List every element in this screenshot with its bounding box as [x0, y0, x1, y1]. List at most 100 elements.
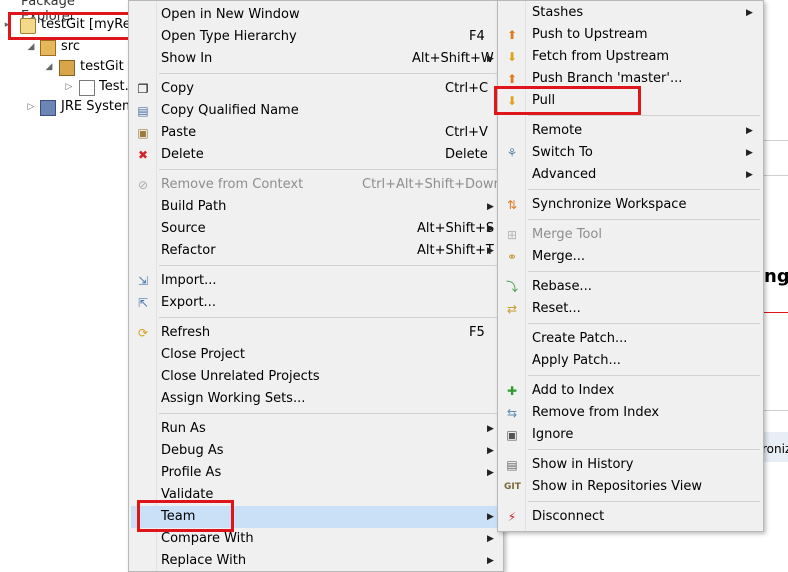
menu-item-source[interactable]: Source Alt+Shift+S ▶ [129, 218, 501, 240]
shortcut: Ctrl+V [445, 125, 488, 140]
submenu-item-create-patch[interactable]: Create Patch... [498, 328, 761, 350]
menu-item-close-unrelated-projects[interactable]: Close Unrelated Projects [129, 366, 501, 388]
submenu-arrow-icon: ▶ [487, 556, 494, 566]
submenu-item-reset[interactable]: ⇄ Reset... [498, 298, 761, 320]
submenu-item-disconnect[interactable]: ⚡ Disconnect [498, 506, 761, 528]
editor-underline [760, 312, 788, 313]
menu-item-import[interactable]: ⇲ Import... [129, 270, 501, 292]
push-branch-icon: ⬆ [506, 72, 518, 86]
submenu-arrow-icon: ▶ [487, 534, 494, 544]
menu-item-profile-as[interactable]: Profile As ▶ [129, 462, 501, 484]
copy-qualified-icon: ▤ [137, 104, 149, 118]
remove-context-icon: ⊘ [137, 178, 149, 192]
tree-item-package[interactable]: ◢ testGit [0, 57, 133, 77]
package-explorer: Package Explorer ▸ testGit [myRep ◢ src … [0, 0, 139, 558]
submenu-item-ignore[interactable]: ▣ Ignore [498, 424, 761, 446]
highlight-team [137, 500, 234, 532]
paste-icon: ▣ [137, 126, 149, 140]
submenu-item-add-to-index[interactable]: ✚ Add to Index [498, 380, 761, 402]
submenu-arrow-icon: ▶ [487, 246, 494, 256]
shortcut: Alt+Shift+T [417, 243, 494, 258]
disconnect-icon: ⚡ [507, 510, 517, 524]
remove-index-icon: ⇆ [506, 406, 518, 420]
submenu-item-merge-tool: ⊞ Merge Tool [498, 224, 761, 246]
menu-item-open-type-hierarchy[interactable]: Open Type Hierarchy F4 [129, 26, 501, 48]
tree-item-label: JRE System [61, 99, 135, 114]
menu-item-open-in-new-window[interactable]: Open in New Window [129, 4, 501, 26]
menu-item-refresh[interactable]: ⟳ Refresh F5 [129, 322, 501, 344]
submenu-arrow-icon: ▶ [487, 446, 494, 456]
submenu-arrow-icon: ▶ [487, 424, 494, 434]
menu-item-remove-from-context: ⊘ Remove from Context Ctrl+Alt+Shift+Dow… [129, 174, 502, 196]
java-file-icon [79, 80, 95, 96]
shortcut: Alt+Shift+W [412, 51, 494, 66]
export-icon: ⇱ [137, 296, 149, 310]
menu-item-build-path[interactable]: Build Path ▶ [129, 196, 501, 218]
shortcut: Ctrl+C [445, 81, 489, 96]
submenu-arrow-icon: ▶ [746, 8, 753, 18]
submenu-item-switch-to[interactable]: ⚘ Switch To ▶ [498, 142, 761, 164]
menu-item-assign-working-sets[interactable]: Assign Working Sets... [129, 388, 501, 410]
submenu-item-merge[interactable]: ⚭ Merge... [498, 246, 761, 268]
menu-item-copy[interactable]: ❐ Copy Ctrl+C [129, 78, 501, 100]
submenu-item-show-in-repositories-view[interactable]: GIT Show in Repositories View [498, 476, 761, 498]
switch-branch-icon: ⚘ [506, 146, 518, 160]
rebase-icon: ⤵ [505, 280, 518, 294]
copy-icon: ❐ [137, 82, 149, 96]
submenu-item-remove-from-index[interactable]: ⇆ Remove from Index [498, 402, 761, 424]
submenu-item-push-to-upstream[interactable]: ⬆ Push to Upstream [498, 24, 761, 46]
menu-item-paste[interactable]: ▣ Paste Ctrl+V [129, 122, 501, 144]
expand-arrow-icon[interactable]: ▷ [64, 82, 74, 92]
submenu-item-fetch-from-upstream[interactable]: ⬇ Fetch from Upstream [498, 46, 761, 68]
context-menu: Open in New Window Open Type Hierarchy F… [128, 0, 504, 572]
import-icon: ⇲ [137, 274, 149, 288]
submenu-arrow-icon: ▶ [746, 170, 753, 180]
history-icon: ▤ [506, 458, 518, 472]
menu-item-run-as[interactable]: Run As ▶ [129, 418, 501, 440]
menu-item-debug-as[interactable]: Debug As ▶ [129, 440, 501, 462]
expand-arrow-icon[interactable]: ▷ [26, 102, 36, 112]
tree-item-src[interactable]: ◢ src [0, 37, 133, 57]
fetch-icon: ⬇ [506, 50, 518, 64]
tree-item-java-file[interactable]: ▷ Test.j [0, 77, 133, 97]
library-icon [40, 100, 56, 116]
menu-item-close-project[interactable]: Close Project [129, 344, 501, 366]
menu-item-copy-qualified-name[interactable]: ▤ Copy Qualified Name [129, 100, 501, 122]
view-text-fragment: roniz [762, 442, 788, 456]
tree-item-label: src [61, 39, 80, 54]
shortcut: Alt+Shift+S [417, 221, 495, 236]
shortcut: Ctrl+Alt+Shift+Down [362, 177, 502, 192]
shortcut: F4 [469, 29, 485, 44]
refresh-icon: ⟳ [137, 326, 149, 340]
reset-icon: ⇄ [506, 302, 518, 316]
menu-item-show-in[interactable]: Show In Alt+Shift+W ▶ [129, 48, 501, 70]
collapse-arrow-icon[interactable]: ◢ [44, 62, 54, 72]
submenu-arrow-icon: ▶ [746, 148, 753, 158]
submenu-item-advanced[interactable]: Advanced ▶ [498, 164, 761, 186]
submenu-arrow-icon: ▶ [746, 126, 753, 136]
collapse-arrow-icon[interactable]: ◢ [26, 42, 36, 52]
submenu-arrow-icon: ▶ [487, 202, 494, 212]
menu-item-refactor[interactable]: Refactor Alt+Shift+T ▶ [129, 240, 501, 262]
delete-icon: ✖ [137, 148, 149, 162]
submenu-item-rebase[interactable]: ⤵ Rebase... [498, 276, 761, 298]
shortcut: F5 [469, 325, 485, 340]
submenu-arrow-icon: ▶ [487, 512, 494, 522]
tree-item-jre[interactable]: ▷ JRE System [0, 97, 135, 117]
push-icon: ⬆ [506, 28, 518, 42]
submenu-arrow-icon: ▶ [487, 54, 494, 64]
highlight-pull [494, 86, 641, 115]
merge-icon: ⚭ [506, 250, 518, 264]
menu-item-replace-with[interactable]: Replace With ▶ [129, 550, 501, 572]
shortcut: Delete [445, 147, 488, 162]
submenu-item-show-in-history[interactable]: ▤ Show in History [498, 454, 761, 476]
synchronize-icon: ⇅ [506, 198, 518, 212]
menu-item-export[interactable]: ⇱ Export... [129, 292, 501, 314]
submenu-item-apply-patch[interactable]: Apply Patch... [498, 350, 761, 372]
menu-item-delete[interactable]: ✖ Delete Delete [129, 144, 501, 166]
highlight-project [8, 12, 134, 40]
submenu-item-stashes[interactable]: Stashes ▶ [498, 2, 761, 24]
team-submenu: Stashes ▶ ⬆ Push to Upstream ⬇ Fetch fro… [497, 0, 764, 532]
submenu-item-remote[interactable]: Remote ▶ [498, 120, 761, 142]
submenu-item-synchronize-workspace[interactable]: ⇅ Synchronize Workspace [498, 194, 761, 216]
